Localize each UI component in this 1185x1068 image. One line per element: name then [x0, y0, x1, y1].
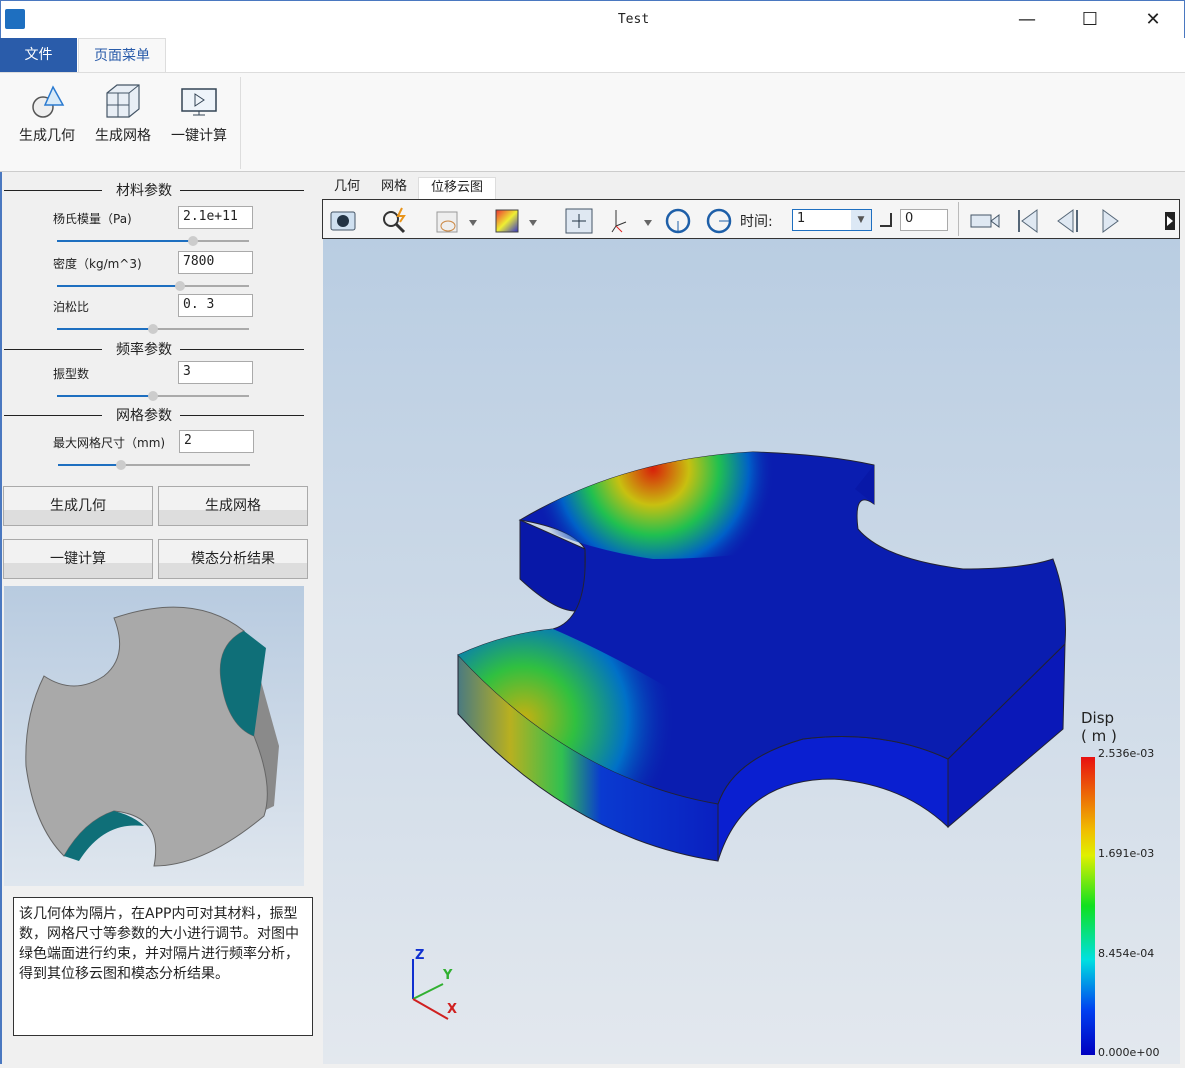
section-material: 材料参数 — [4, 182, 304, 199]
mode-count-slider[interactable] — [57, 391, 249, 401]
axis-triad: Z Y X — [412, 948, 457, 1020]
label: 一键计算 — [171, 128, 227, 144]
label: 生成网格 — [95, 128, 151, 144]
play-icon[interactable] — [1095, 206, 1125, 234]
ribbon: 生成几何 生成网格 一键计算 — [0, 72, 1185, 172]
youngs-modulus-label: 杨氏模量（Pa) — [53, 212, 132, 226]
first-frame-icon[interactable] — [1013, 206, 1043, 234]
poisson-ratio-label: 泊松比 — [53, 300, 90, 314]
youngs-modulus-slider[interactable] — [57, 236, 249, 246]
axis-x-label: X — [447, 1002, 457, 1017]
clip-plane-dropdown-icon[interactable] — [433, 206, 483, 234]
mode-count-input[interactable]: 3 — [178, 361, 253, 384]
ribbon-generate-geometry-button[interactable]: 生成几何 — [9, 83, 85, 145]
legend-title: Disp — [1081, 709, 1115, 727]
density-label: 密度（kg/m^3) — [53, 257, 142, 271]
section-frequency: 频率参数 — [4, 341, 304, 358]
density-input[interactable]: 7800 — [178, 251, 253, 274]
previous-frame-icon[interactable] — [1053, 206, 1083, 234]
modal-analysis-result-button[interactable]: 模态分析结果 — [158, 539, 308, 579]
chevron-down-icon: ▼ — [851, 210, 871, 230]
viewer-toolbar: 时间: 1 ▼ 0 — [322, 199, 1180, 239]
tab-page-menu[interactable]: 页面菜单 — [78, 38, 166, 72]
mesh-cube-icon — [106, 84, 140, 118]
color-legend-bar — [1081, 757, 1095, 1055]
mode-count-label: 振型数 — [53, 367, 90, 381]
max-mesh-size-input[interactable]: 2 — [179, 430, 254, 453]
time-select[interactable]: 1 ▼ — [792, 209, 872, 231]
tab-displacement-contour[interactable]: 位移云图 — [418, 177, 497, 199]
youngs-modulus-input[interactable]: 2.1e+11 — [178, 206, 253, 229]
ribbon-generate-mesh-button[interactable]: 生成网格 — [85, 83, 161, 145]
tab-geometry[interactable]: 几何 — [322, 177, 372, 199]
3d-viewport[interactable]: Z Y X Disp ( m ) 2.536e-03 1.691e-03 8.4… — [323, 239, 1180, 1064]
rotate-clockwise-icon[interactable] — [663, 206, 693, 234]
title-bar: Test — ☐ ✕ — [0, 0, 1185, 38]
axis-orientation-dropdown-icon[interactable] — [608, 206, 658, 234]
label: 生成几何 — [19, 128, 75, 144]
tab-mesh[interactable]: 网格 — [369, 177, 419, 199]
axis-y-label: Y — [442, 968, 453, 983]
maximize-button[interactable]: ☐ — [1070, 7, 1110, 33]
generate-geometry-button[interactable]: 生成几何 — [3, 486, 153, 526]
ribbon-divider — [240, 77, 241, 169]
toolbar-divider — [958, 202, 959, 236]
legend-tick-min: 0.000e+00 — [1098, 1046, 1160, 1059]
axis-z-label: Z — [415, 948, 424, 963]
step-spinbox[interactable]: 0 — [900, 209, 948, 231]
density-slider[interactable] — [57, 281, 249, 291]
poisson-ratio-input[interactable]: 0. 3 — [178, 294, 253, 317]
camera-snapshot-icon[interactable] — [328, 206, 358, 234]
legend-tick-3: 8.454e-04 — [1098, 947, 1155, 960]
section-mesh: 网格参数 — [4, 407, 304, 424]
contour-colormap-dropdown-icon[interactable] — [493, 206, 543, 234]
geometry-preview — [4, 586, 304, 886]
geometry-icon — [32, 85, 65, 118]
tab-file[interactable]: 文件 — [0, 38, 77, 72]
time-label: 时间: — [740, 214, 773, 230]
rotate-counterclockwise-icon[interactable] — [704, 206, 734, 234]
time-value: 1 — [797, 211, 806, 226]
max-mesh-size-label: 最大网格尺寸（mm) — [53, 436, 166, 450]
description-text: 该几何体为隔片，在APP内可对其材料，振型数，网格尺寸等参数的大小进行调节。对图… — [13, 897, 313, 1036]
poisson-ratio-slider[interactable] — [57, 324, 249, 334]
step-value: 0 — [905, 211, 914, 226]
minimize-button[interactable]: — — [1007, 7, 1047, 33]
ribbon-tabs: 文件 页面菜单 — [0, 38, 1185, 72]
close-button[interactable]: ✕ — [1133, 7, 1173, 33]
displacement-contour-model: Z Y X — [412, 451, 1066, 1020]
max-mesh-size-slider[interactable] — [58, 460, 250, 470]
generate-mesh-button[interactable]: 生成网格 — [158, 486, 308, 526]
zoom-probe-icon[interactable] — [380, 206, 410, 234]
legend-tick-max: 2.536e-03 — [1098, 747, 1155, 760]
monitor-play-icon — [181, 88, 217, 116]
ribbon-one-click-compute-button[interactable]: 一键计算 — [161, 83, 237, 145]
step-checkbox[interactable] — [880, 213, 892, 227]
one-click-compute-button[interactable]: 一键计算 — [3, 539, 153, 579]
legend-unit: ( m ) — [1081, 727, 1117, 745]
more-tools-icon[interactable] — [1163, 206, 1177, 234]
legend-tick-2: 1.691e-03 — [1098, 847, 1155, 860]
fit-view-icon[interactable] — [564, 206, 594, 234]
record-video-icon[interactable] — [969, 206, 1003, 234]
